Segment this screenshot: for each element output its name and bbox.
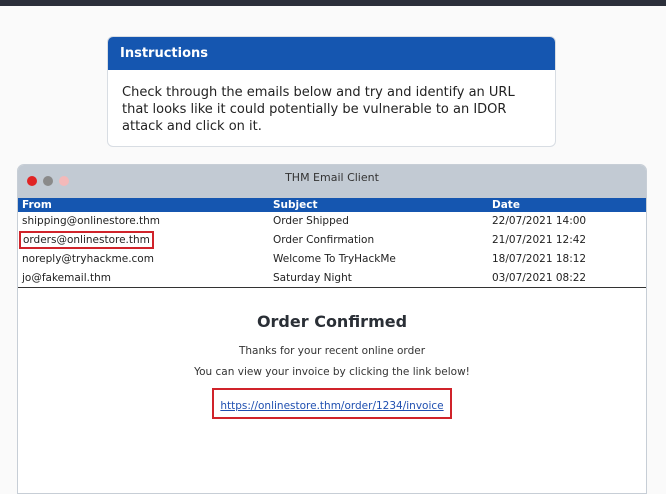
email-subject: Saturday Night (269, 268, 488, 288)
close-window-icon[interactable] (27, 176, 37, 186)
email-subject: Order Confirmation (273, 234, 375, 246)
maximize-window-icon[interactable] (59, 176, 69, 186)
instructions-text: Check through the emails below and try a… (122, 85, 515, 134)
column-date: Date (488, 198, 646, 212)
email-from-highlighted: orders@onlinestore.thm (19, 231, 154, 249)
instructions-card: Instructions Check through the emails be… (107, 36, 556, 147)
email-list: From Subject Date shipping@onlinestore.t… (18, 198, 646, 288)
email-list-header: From Subject Date (18, 198, 646, 212)
email-date: 03/07/2021 08:22 (488, 268, 646, 288)
email-from: shipping@onlinestore.thm (22, 215, 161, 227)
email-date: 18/07/2021 18:12 (492, 253, 587, 265)
email-preview: Order Confirmed Thanks for your recent o… (18, 288, 646, 419)
window-titlebar: THM Email Client (18, 165, 646, 198)
email-row[interactable]: jo@fakemail.thm Saturday Night 03/07/202… (18, 268, 646, 288)
instructions-title: Instructions (108, 37, 555, 70)
email-client-window: THM Email Client From Subject Date shipp… (17, 164, 647, 494)
email-row-selected[interactable]: orders@onlinestore.thm Order Confirmatio… (18, 231, 646, 250)
email-row[interactable]: noreply@tryhackme.com Welcome To TryHack… (18, 250, 646, 269)
column-subject: Subject (269, 198, 488, 212)
email-date: 21/07/2021 12:42 (492, 234, 587, 246)
window-title: THM Email Client (285, 171, 379, 184)
top-bar (0, 0, 666, 6)
email-row[interactable]: shipping@onlinestore.thm Order Shipped 2… (18, 212, 646, 231)
email-text-line: Thanks for your recent online order (238, 345, 426, 357)
invoice-link-highlight: https://onlinestore.thm/order/1234/invoi… (212, 388, 452, 419)
minimize-window-icon[interactable] (43, 176, 53, 186)
email-text-line: You can view your invoice by clicking th… (194, 366, 470, 378)
invoice-link[interactable]: https://onlinestore.thm/order/1234/invoi… (220, 400, 443, 412)
email-date: 22/07/2021 14:00 (492, 215, 587, 227)
email-from: jo@fakemail.thm (18, 268, 269, 288)
email-from: noreply@tryhackme.com (22, 253, 154, 265)
email-subject: Order Shipped (273, 215, 349, 227)
column-from: From (18, 198, 269, 212)
email-heading: Order Confirmed (256, 312, 408, 331)
email-subject: Welcome To TryHackMe (273, 253, 396, 265)
